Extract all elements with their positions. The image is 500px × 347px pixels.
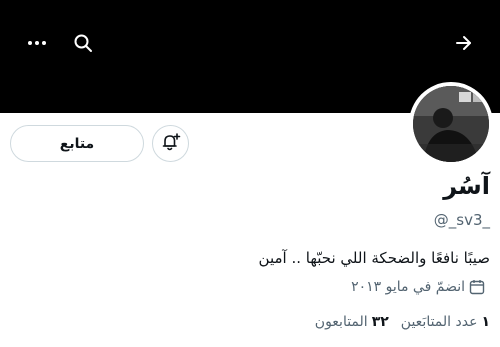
following-count: ١ [481, 314, 490, 330]
followers-label: المتابعون [314, 314, 368, 330]
more-horizontal-icon [27, 33, 47, 53]
handle: @_sv3_ [433, 211, 490, 229]
arrow-icon [454, 33, 474, 53]
calendar-icon [469, 279, 485, 295]
follow-stats: ١ عدد المتابَعين ٣٢ المتابعون [315, 314, 490, 330]
avatar-image [413, 86, 489, 162]
bell-plus-icon [161, 132, 181, 156]
avatar[interactable] [409, 82, 493, 166]
more-button[interactable] [21, 27, 53, 59]
search-icon [73, 33, 93, 53]
joined-text: انضمّ في مايو ٢٠١٣ [351, 279, 465, 295]
followers-count: ٣٢ [371, 314, 389, 330]
following-stat[interactable]: ١ عدد المتابَعين [401, 314, 490, 330]
display-name: آسُر [443, 172, 490, 200]
search-button[interactable] [67, 27, 99, 59]
bio: صيبًا نافعًا والضحكة اللي نحبّها .. آمين [258, 249, 490, 267]
joined-date: انضمّ في مايو ٢٠١٣ [351, 279, 485, 295]
following-label: عدد المتابَعين [400, 314, 478, 330]
back-button[interactable] [448, 27, 480, 59]
notify-button[interactable] [152, 125, 189, 162]
following-button[interactable]: متابع [10, 125, 144, 162]
followers-stat[interactable]: ٣٢ المتابعون [315, 314, 389, 330]
